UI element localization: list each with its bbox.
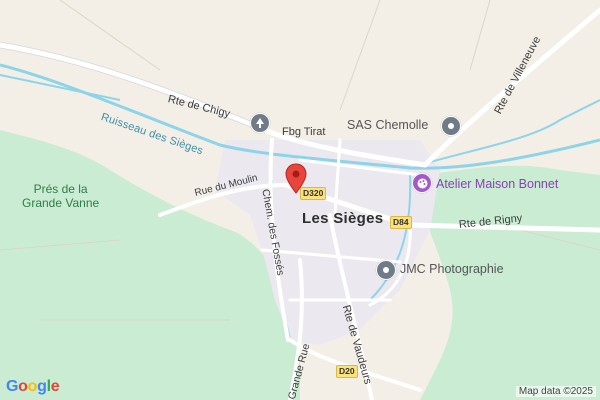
poi-label-atelier-maison-bonnet[interactable]: Atelier Maison Bonnet — [436, 178, 558, 191]
town-label: Les Sièges — [302, 210, 384, 227]
park-poi-icon[interactable] — [250, 113, 270, 133]
pin-circle-icon[interactable] — [441, 116, 461, 136]
map-canvas[interactable]: Ruisseau des Sièges Prés de la Grande Va… — [0, 0, 600, 400]
poi-label-sas-chemolle[interactable]: SAS Chemolle — [347, 119, 428, 132]
palette-icon[interactable] — [412, 173, 432, 193]
tree-icon — [256, 118, 264, 128]
road-shield-d84: D84 — [390, 216, 412, 229]
park-area-east — [420, 165, 600, 400]
map-attribution[interactable]: Map data ©2025 — [515, 386, 596, 397]
stream-north — [0, 74, 121, 101]
road-label-tirat: Fbg Tirat — [282, 126, 326, 138]
map-pin-icon[interactable] — [285, 163, 307, 195]
poi-label-jmc-photographie[interactable]: JMC Photographie — [400, 263, 504, 276]
google-logo[interactable]: Google — [6, 378, 60, 396]
road-shield-d20: D20 — [336, 365, 358, 378]
area-label: Prés de la Grande Vanne — [22, 182, 100, 210]
camera-pin-icon[interactable] — [376, 260, 396, 280]
